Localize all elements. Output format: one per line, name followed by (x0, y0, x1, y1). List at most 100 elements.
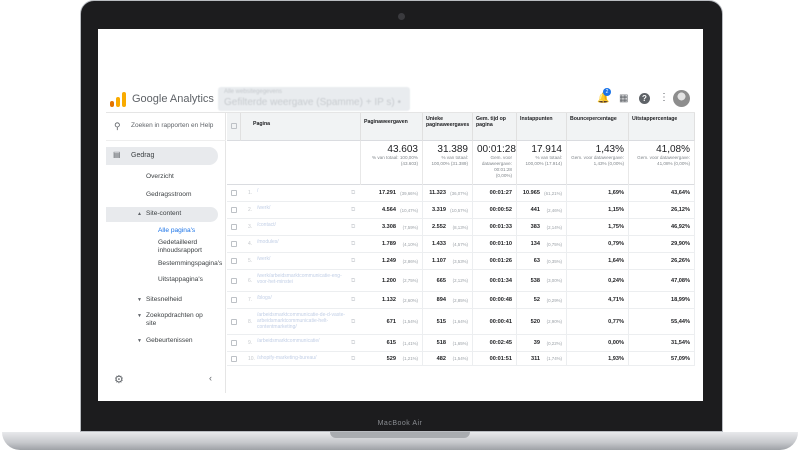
table-header: Pagina Paginaweergaven Unieke paginaweer… (227, 113, 695, 141)
row-checkbox[interactable] (231, 318, 237, 325)
cell-value: 615 (386, 340, 396, 346)
table-row[interactable]: 9. /arbeidsmarktcommunicatie/⧉ 615 (1,41%) 5… (227, 335, 695, 352)
row-number: 4. (248, 241, 253, 247)
table-row[interactable]: 4. /modules/⧉ 1.789 (4,10%) 1.433 (4,57%) 00:0… (227, 236, 695, 253)
row-checkbox[interactable] (231, 258, 237, 264)
cell-value: 134 (530, 241, 540, 247)
sidebar-item-uitstappaginas[interactable]: Uitstappagina's (158, 276, 203, 283)
sidebar-item-bestemmingspaginas[interactable]: Bestemmingspagina's (158, 260, 222, 267)
cell-percent: (1,21%) (402, 356, 418, 361)
more-vert-icon[interactable]: ⋮ (659, 92, 669, 103)
search-label: Zoeken in rapporten en Help (131, 122, 214, 129)
page-path[interactable]: /werk/ (257, 256, 349, 262)
property-selector[interactable]: Alle websitegegevens Gefilterde weergave… (218, 87, 410, 111)
open-link-icon[interactable]: ⧉ (351, 190, 355, 197)
page-path[interactable]: /arbeidsmarktcommunicatie-de-d-vaste-arb… (257, 312, 349, 330)
column-header-pagina[interactable]: Pagina (241, 113, 361, 141)
row-checkbox[interactable] (231, 355, 237, 362)
table-row[interactable]: 7. /blogs/⧉ 1.132 (2,60%) 894 (2,85%) 00:00:48… (227, 292, 695, 309)
open-link-icon[interactable]: ⧉ (351, 340, 355, 347)
total-note: Gem. voor dataweergave: 41,08% (0,00%) (637, 155, 690, 166)
gear-icon[interactable]: ⚙ (114, 373, 124, 386)
open-link-icon[interactable]: ⧉ (351, 356, 355, 363)
cell-value: 00:02:45 (489, 340, 512, 346)
sidebar-item-gebeurtenissen[interactable]: Gebeurtenissen (146, 337, 193, 344)
apps-grid-icon[interactable]: ▦ (619, 93, 628, 104)
sidebar-item-sitesnelheid[interactable]: Sitesnelheid (146, 296, 182, 303)
row-checkbox[interactable] (231, 340, 237, 346)
page-path[interactable]: /werk/arbeidsmarktcommunicatie-eng-voor-… (257, 273, 349, 285)
table-cell: 00:01:26 (473, 253, 517, 269)
table-row[interactable]: 1. / ⧉ 17.291 (39,66%) 11.323 (36,07%) 00:01:27… (227, 185, 695, 202)
cell-percent: (2,12%) (452, 278, 468, 283)
chevron-left-icon[interactable]: ‹ (209, 373, 212, 383)
sidebar-item-gedrag[interactable]: ▤ Gedrag (106, 147, 218, 165)
help-icon[interactable]: ? (639, 93, 650, 104)
sidebar-item-zoekopdrachten[interactable]: Zoekopdrachten op site (146, 312, 206, 328)
sidebar-search[interactable]: ⚲ Zoeken in rapporten en Help (106, 113, 226, 141)
row-checkbox[interactable] (231, 277, 237, 284)
cell-value: 10.965 (522, 190, 540, 196)
row-checkbox[interactable] (231, 224, 237, 230)
caret-right-icon: ▼ (137, 313, 142, 319)
column-header-bounce[interactable]: Bouncepercentage (567, 113, 629, 141)
page-path[interactable]: /blogs/ (257, 295, 349, 301)
table-cell: 1,15% (567, 202, 629, 218)
cell-value: 1.249 (382, 258, 396, 264)
table-cell: 0,79% (567, 236, 629, 252)
open-link-icon[interactable]: ⧉ (351, 278, 355, 285)
page-path[interactable]: /werk/ (257, 205, 349, 211)
row-checkbox[interactable] (231, 190, 237, 196)
cell-value: 441 (530, 207, 540, 213)
table-row[interactable]: 3. /contact/⧉ 3.308 (7,59%) 2.552 (8,13%) 00:0… (227, 219, 695, 236)
column-header-instappunten[interactable]: Instappunten (517, 113, 567, 141)
open-link-icon[interactable]: ⧉ (351, 207, 355, 214)
property-account: Alle websitegegevens (224, 89, 283, 95)
cell-percent: (0,75%) (546, 241, 562, 247)
cell-percent: (10,47%) (400, 207, 418, 213)
sidebar-item-gedragsstroom[interactable]: Gedragsstroom (146, 191, 191, 198)
cell-percent: (3,53%) (452, 258, 468, 264)
table-cell: 520 (2,90%) (517, 309, 567, 334)
table-row[interactable]: 5. /werk/⧉ 1.249 (2,86%) 1.107 (3,53%) 00:01:2… (227, 253, 695, 270)
page-path[interactable]: /arbeidsmarktcommunicatie/ (257, 338, 349, 344)
page-path[interactable]: / (257, 188, 349, 194)
table-row[interactable]: 10./shopify-marketing-bureau/⧉ 529 (1,21%)… (227, 352, 695, 366)
row-number: 8. (248, 318, 253, 325)
table-row[interactable]: 2. /werk/⧉ 4.564 (10,47%) 3.319 (10,57%) 00:00… (227, 202, 695, 219)
column-header-uitstap[interactable]: Uitstappercentage (629, 113, 695, 141)
row-checkbox[interactable] (231, 207, 237, 213)
column-header-unieke[interactable]: Unieke paginaweergaves (423, 113, 473, 141)
avatar[interactable] (673, 90, 690, 107)
column-header-gem-tijd[interactable]: Gem. tijd op pagina (473, 113, 517, 141)
analytics-logo-icon[interactable] (110, 91, 126, 107)
sidebar-item-overzicht[interactable]: Overzicht (146, 173, 174, 180)
cell-value: 1,69% (608, 190, 624, 196)
app-title[interactable]: Google Analytics (132, 93, 214, 105)
totals-label-cell (227, 141, 361, 185)
select-all-checkbox[interactable] (231, 123, 237, 129)
table-row[interactable]: 8. /arbeidsmarktcommunicatie-de-d-vaste-a… (227, 309, 695, 335)
open-link-icon[interactable]: ⧉ (351, 241, 355, 248)
row-checkbox[interactable] (231, 241, 237, 247)
cell-value: 43,64% (671, 190, 690, 196)
cell-value: 3.319 (432, 207, 446, 213)
open-link-icon[interactable]: ⧉ (351, 297, 355, 304)
page-path[interactable]: /shopify-marketing-bureau/ (257, 355, 349, 361)
row-checkbox[interactable] (231, 297, 237, 303)
page-path[interactable]: /contact/ (257, 222, 349, 228)
row-number: 2. (248, 207, 253, 213)
column-header-paginaweergaven[interactable]: Paginaweergaven (361, 113, 423, 141)
cell-percent: (0,22%) (546, 340, 562, 346)
open-link-icon[interactable]: ⧉ (351, 319, 355, 326)
sidebar-item-inhoudsrapport[interactable]: Gedetailleerd inhoudsrapport (158, 239, 224, 255)
open-link-icon[interactable]: ⧉ (351, 224, 355, 231)
table-row[interactable]: 6. /werk/arbeidsmarktcommunicatie-eng-voo… (227, 270, 695, 292)
sidebar-item-alle-paginas[interactable]: Alle pagina's (158, 227, 195, 234)
sidebar-item-site-content[interactable]: Site-content (146, 210, 181, 217)
table-cell: 39 (0,22%) (517, 335, 567, 351)
row-number: 10. (248, 355, 255, 362)
table-cell: 00:01:27 (473, 185, 517, 201)
open-link-icon[interactable]: ⧉ (351, 258, 355, 265)
page-path[interactable]: /modules/ (257, 239, 349, 245)
